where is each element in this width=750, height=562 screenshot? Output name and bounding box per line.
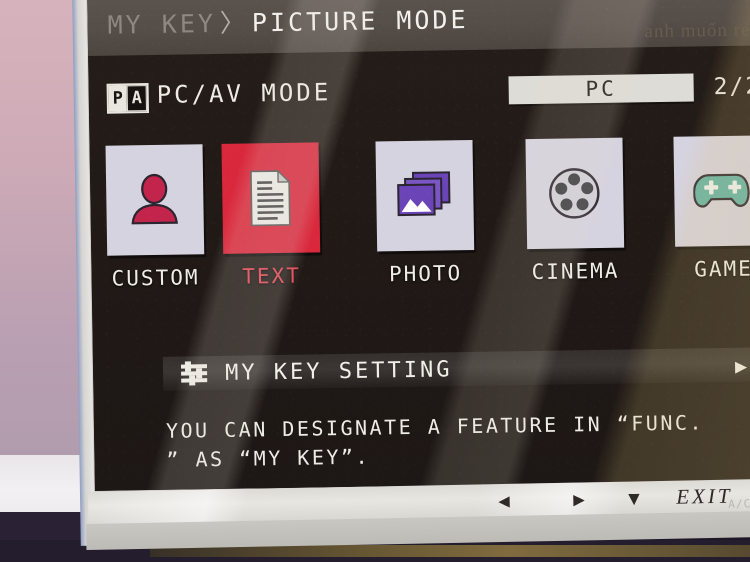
screen-reflection-text: anh muốn rẻ hơ bbox=[644, 19, 750, 43]
monitor-screen: MY KEY 〉 PICTURE MODE P A PC/AV MODE PC 2/… bbox=[87, 0, 750, 491]
gamepad-icon bbox=[692, 173, 750, 208]
breadcrumb-parent[interactable]: MY KEY bbox=[107, 9, 216, 40]
tile-cinema-box[interactable] bbox=[524, 137, 624, 250]
tile-cinema[interactable]: CINEMA bbox=[519, 137, 629, 285]
tile-photo-box[interactable] bbox=[374, 139, 474, 252]
person-icon bbox=[131, 173, 178, 225]
pc-av-mode-row[interactable]: P A PC/AV MODE PC 2/2 bbox=[88, 65, 750, 124]
photo-scene: MY KEY 〉 PICTURE MODE P A PC/AV MODE PC 2/… bbox=[0, 0, 750, 562]
tile-photo-label: PHOTO bbox=[388, 261, 463, 287]
breadcrumb-current: PICTURE MODE bbox=[251, 5, 469, 38]
my-key-setting-label: MY KEY SETTING bbox=[224, 356, 453, 386]
tile-text-label: TEXT bbox=[242, 263, 302, 289]
tile-custom-label: CUSTOM bbox=[111, 265, 200, 291]
tile-photo[interactable]: PHOTO bbox=[369, 139, 479, 287]
breadcrumb-separator-icon: 〉 bbox=[219, 8, 249, 38]
tile-text[interactable]: TEXT bbox=[215, 142, 325, 289]
pc-av-mode-value[interactable]: PC bbox=[508, 73, 694, 105]
down-arrow-button[interactable]: ▼ bbox=[628, 487, 640, 509]
chevron-right-icon[interactable]: ▶ bbox=[735, 354, 747, 378]
page-indicator: 2/2 bbox=[713, 73, 750, 101]
image-icon bbox=[397, 171, 451, 217]
equalizer-icon bbox=[180, 361, 208, 386]
breadcrumb: MY KEY 〉 PICTURE MODE bbox=[107, 0, 468, 42]
tile-game-box[interactable] bbox=[672, 135, 750, 247]
description-text: YOU CAN DESIGNATE A FEATURE IN “FUNC. ” … bbox=[166, 407, 750, 475]
tile-custom[interactable]: CUSTOM bbox=[100, 144, 210, 291]
tile-text-box[interactable] bbox=[220, 142, 320, 254]
pa-badge-icon: P A bbox=[106, 83, 150, 114]
tile-game-label: GAME bbox=[694, 256, 750, 282]
pa-badge-p: P bbox=[108, 85, 127, 112]
picture-mode-tiles: CUSTOM TEXT PHOTO CINEMA GAME bbox=[90, 135, 750, 306]
osd-menu: MY KEY 〉 PICTURE MODE P A PC/AV MODE PC 2/… bbox=[87, 0, 750, 491]
film-reel-icon bbox=[549, 168, 600, 219]
exit-button[interactable]: EXIT bbox=[676, 484, 733, 510]
pc-av-mode-label: PC/AV MODE bbox=[156, 78, 332, 109]
tile-game[interactable]: GAME bbox=[667, 135, 750, 282]
left-arrow-button[interactable]: ◀ bbox=[498, 490, 510, 512]
document-icon bbox=[250, 169, 291, 227]
pa-badge-a: A bbox=[126, 85, 147, 112]
tile-cinema-label: CINEMA bbox=[531, 258, 620, 285]
right-arrow-button[interactable]: ▶ bbox=[573, 488, 585, 510]
tile-custom-box[interactable] bbox=[105, 144, 204, 256]
side-label: A/C bbox=[728, 497, 750, 511]
